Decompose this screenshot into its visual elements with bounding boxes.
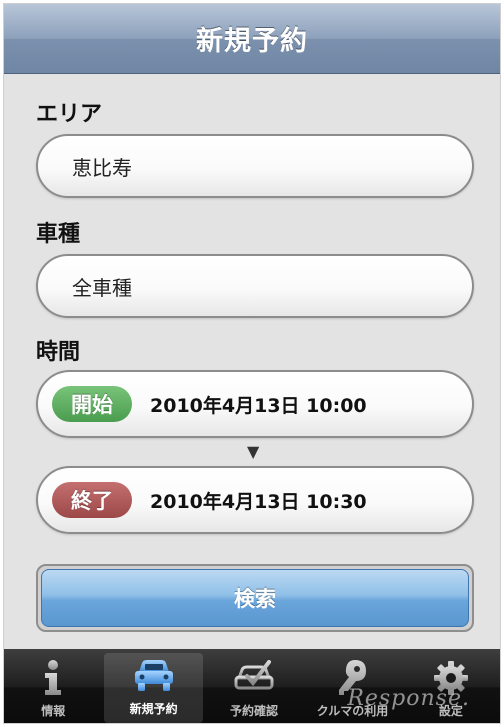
car-type-label: 車種 <box>36 222 81 247</box>
tab-bar: 情報 新規予約 予約確認 クルマの利用 設定 Response. <box>4 649 500 723</box>
tab-info-label: 情報 <box>41 704 66 718</box>
down-arrow-icon: ▼ <box>247 442 260 461</box>
navigation-bar: 新規予約 <box>4 4 500 74</box>
start-badge: 開始 <box>52 386 132 422</box>
tab-reservation-check-label: 予約確認 <box>230 704 279 718</box>
tab-reservation-check[interactable]: 予約確認 <box>205 649 303 723</box>
info-icon <box>31 658 75 698</box>
end-time-field[interactable]: 終了 2010年4月13日 10:30 <box>36 466 474 534</box>
end-time-value: 2010年4月13日 10:30 <box>150 490 367 513</box>
car-type-value: 全車種 <box>72 275 132 300</box>
start-time-value: 2010年4月13日 10:00 <box>150 394 367 417</box>
tab-new-reservation-label: 新規予約 <box>129 702 178 716</box>
area-label: エリア <box>36 102 103 127</box>
area-field[interactable]: 恵比寿 <box>36 134 474 198</box>
area-value: 恵比寿 <box>72 155 132 180</box>
end-badge: 終了 <box>52 482 132 518</box>
search-button-label: 検索 <box>234 587 276 611</box>
car-type-field[interactable]: 全車種 <box>36 254 474 318</box>
time-label: 時間 <box>36 340 81 365</box>
page-title: 新規予約 <box>196 26 308 57</box>
response-watermark: Response. <box>347 686 470 711</box>
tab-info[interactable]: 情報 <box>4 649 102 723</box>
tab-new-reservation[interactable]: 新規予約 <box>104 653 203 723</box>
reservation-check-icon <box>232 658 276 698</box>
car-icon <box>132 656 176 696</box>
search-button-frame: 検索 <box>36 564 474 632</box>
start-time-field[interactable]: 開始 2010年4月13日 10:00 <box>36 370 474 438</box>
search-button[interactable]: 検索 <box>41 569 469 627</box>
app-screen: 新規予約 エリア 恵比寿 車種 全車種 時間 開始 2010年4月13日 10:… <box>3 3 501 724</box>
